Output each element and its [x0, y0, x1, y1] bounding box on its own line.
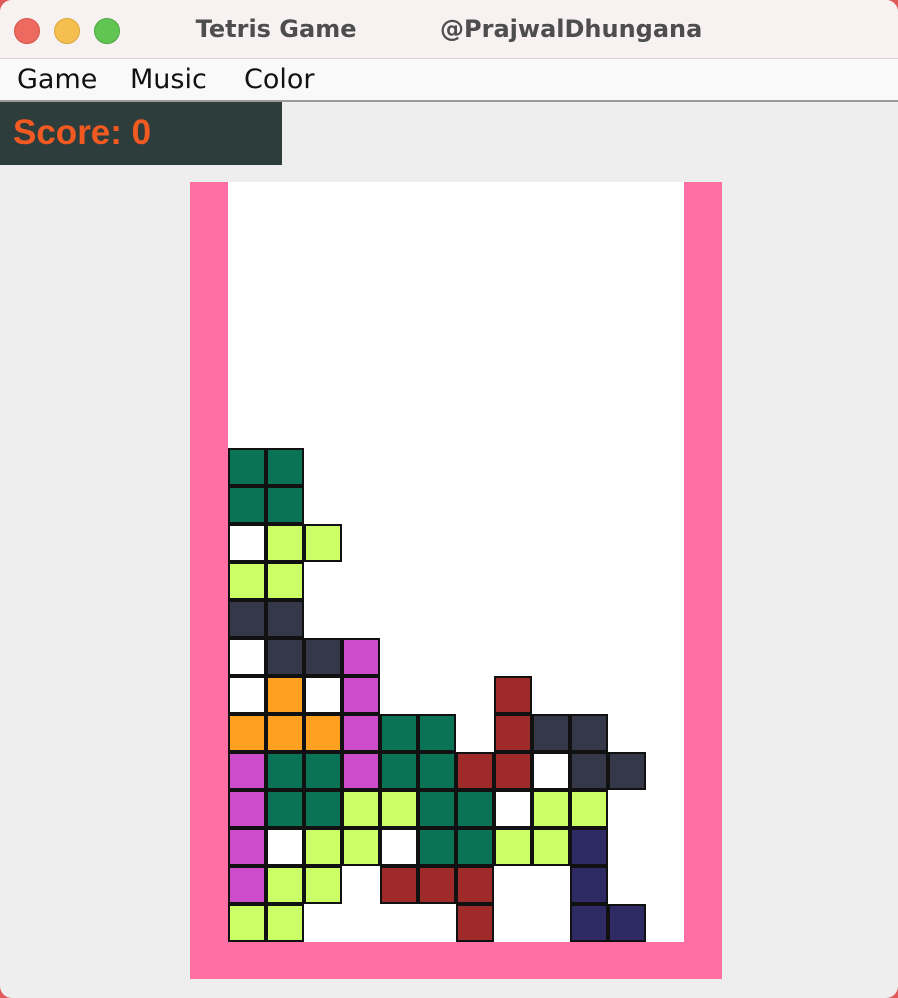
- filled-block: [266, 600, 304, 638]
- filled-block: [266, 524, 304, 562]
- filled-block: [456, 752, 494, 790]
- title-bar[interactable]: Tetris Game @PrajwalDhungana: [0, 0, 898, 59]
- score-panel: Score: 0: [0, 102, 282, 165]
- filled-block: [228, 486, 266, 524]
- empty-outlined-cell: [228, 524, 266, 562]
- filled-block: [304, 524, 342, 562]
- filled-block: [532, 828, 570, 866]
- filled-block: [304, 714, 342, 752]
- filled-block: [456, 866, 494, 904]
- filled-block: [228, 828, 266, 866]
- filled-block: [494, 828, 532, 866]
- filled-block: [304, 828, 342, 866]
- filled-block: [342, 714, 380, 752]
- filled-block: [570, 790, 608, 828]
- filled-block: [228, 562, 266, 600]
- menu-game[interactable]: Game: [17, 59, 97, 100]
- filled-block: [494, 752, 532, 790]
- filled-block: [570, 714, 608, 752]
- menu-bar: Game Music Color: [0, 59, 898, 102]
- filled-block: [418, 790, 456, 828]
- filled-block: [380, 752, 418, 790]
- empty-outlined-cell: [494, 790, 532, 828]
- filled-block: [418, 828, 456, 866]
- filled-block: [228, 790, 266, 828]
- filled-block: [266, 790, 304, 828]
- filled-block: [342, 828, 380, 866]
- empty-outlined-cell: [532, 752, 570, 790]
- menu-color[interactable]: Color: [244, 59, 315, 100]
- filled-block: [266, 752, 304, 790]
- empty-outlined-cell: [380, 828, 418, 866]
- empty-outlined-cell: [304, 676, 342, 714]
- filled-block: [380, 866, 418, 904]
- filled-block: [494, 676, 532, 714]
- filled-block: [304, 638, 342, 676]
- filled-block: [380, 790, 418, 828]
- filled-block: [342, 790, 380, 828]
- filled-block: [228, 904, 266, 942]
- filled-block: [494, 714, 532, 752]
- filled-block: [266, 562, 304, 600]
- filled-block: [304, 752, 342, 790]
- filled-block: [228, 752, 266, 790]
- board-frame: [190, 182, 722, 979]
- filled-block: [342, 638, 380, 676]
- filled-block: [266, 904, 304, 942]
- filled-block: [456, 790, 494, 828]
- filled-block: [608, 752, 646, 790]
- filled-block: [532, 790, 570, 828]
- filled-block: [570, 828, 608, 866]
- filled-block: [228, 714, 266, 752]
- filled-block: [228, 866, 266, 904]
- filled-block: [266, 866, 304, 904]
- filled-block: [304, 790, 342, 828]
- filled-block: [380, 714, 418, 752]
- filled-block: [418, 752, 456, 790]
- filled-block: [456, 828, 494, 866]
- window-title: Tetris Game @PrajwalDhungana: [195, 15, 703, 43]
- menu-music[interactable]: Music: [130, 59, 207, 100]
- filled-block: [570, 752, 608, 790]
- score-label: Score: 0: [13, 113, 152, 152]
- filled-block: [266, 714, 304, 752]
- filled-block: [342, 676, 380, 714]
- filled-block: [228, 448, 266, 486]
- empty-outlined-cell: [266, 828, 304, 866]
- filled-block: [228, 600, 266, 638]
- filled-block: [570, 866, 608, 904]
- filled-block: [570, 904, 608, 942]
- filled-block: [418, 866, 456, 904]
- filled-block: [266, 676, 304, 714]
- filled-block: [304, 866, 342, 904]
- filled-block: [266, 638, 304, 676]
- filled-block: [532, 714, 570, 752]
- game-board[interactable]: [228, 182, 684, 942]
- filled-block: [418, 714, 456, 752]
- filled-block: [342, 752, 380, 790]
- filled-block: [266, 448, 304, 486]
- filled-block: [266, 486, 304, 524]
- filled-block: [456, 904, 494, 942]
- empty-outlined-cell: [228, 638, 266, 676]
- empty-outlined-cell: [228, 676, 266, 714]
- filled-block: [608, 904, 646, 942]
- game-window: Tetris Game @PrajwalDhungana Game Music …: [0, 0, 898, 998]
